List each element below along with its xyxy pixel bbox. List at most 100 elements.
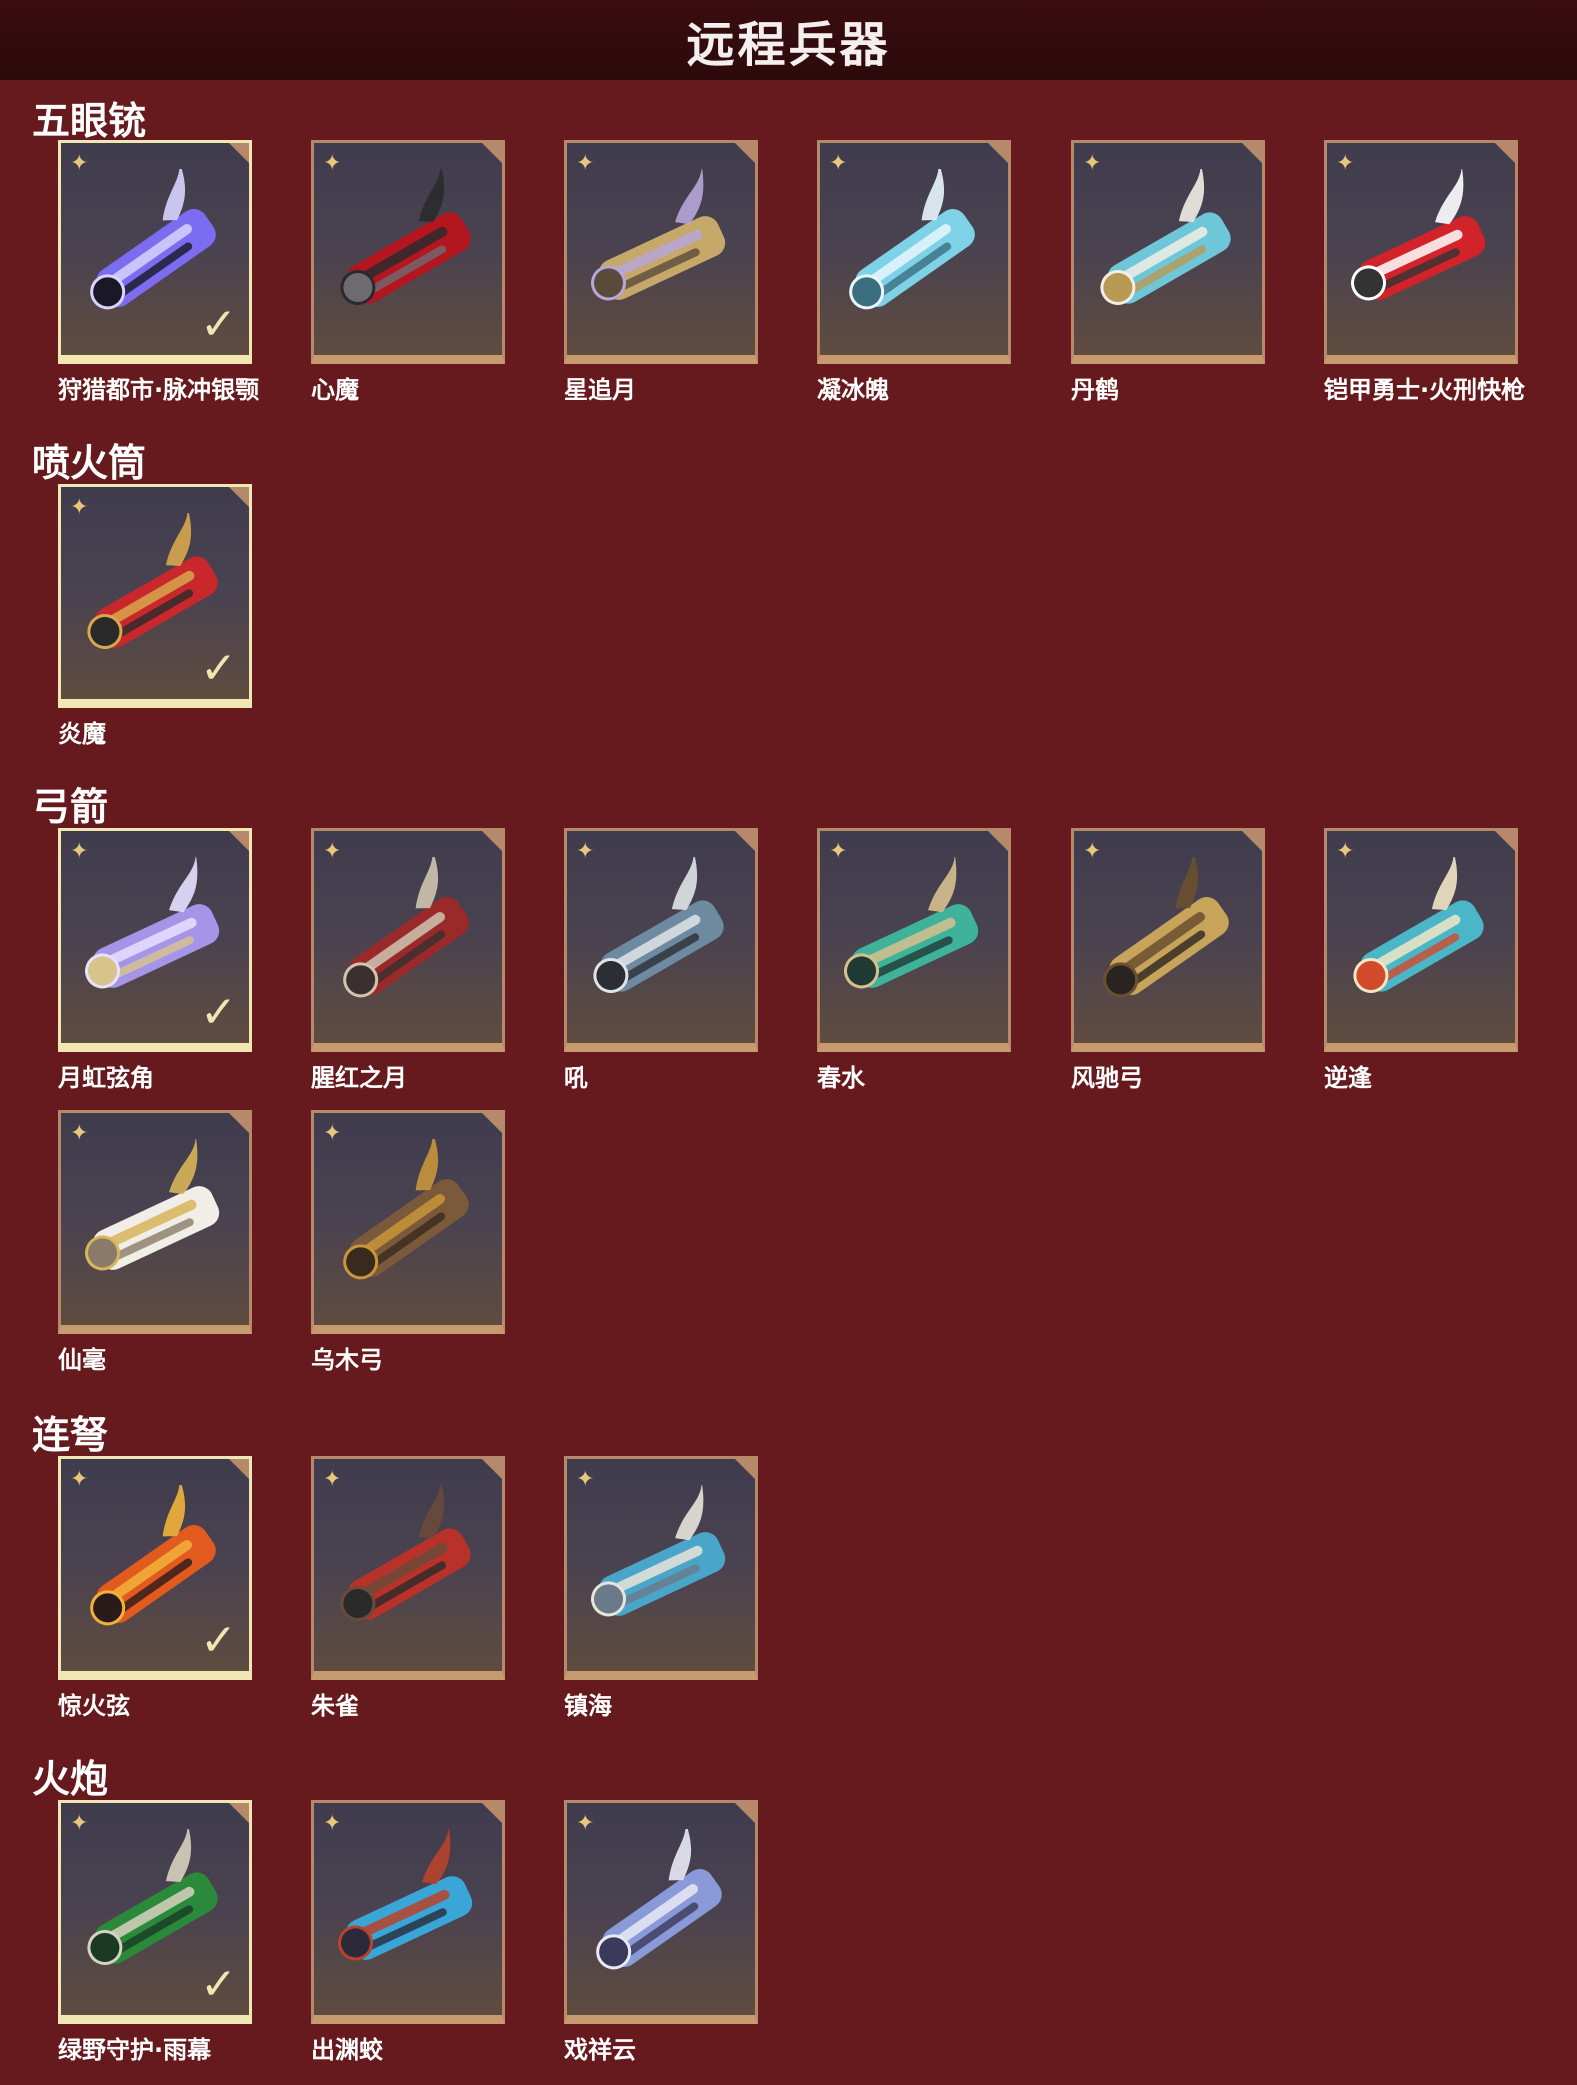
weapon-frame[interactable]: ✦ bbox=[1324, 828, 1518, 1052]
weapon-card[interactable]: ✦ 春水 bbox=[817, 828, 1011, 1093]
corner-tab-icon bbox=[482, 1803, 502, 1823]
weapon-frame[interactable]: ✦ ✓ bbox=[58, 484, 252, 708]
weapon-frame[interactable]: ✦ bbox=[311, 1110, 505, 1334]
weapon-name: 仙毫 bbox=[58, 1346, 106, 1374]
weapon-card[interactable]: ✦ 铠甲勇士·火刑快枪 bbox=[1324, 140, 1526, 405]
weapon-card[interactable]: ✦ ✓ 惊火弦 bbox=[58, 1456, 252, 1721]
owned-check-icon: ✓ bbox=[200, 987, 237, 1038]
weapon-card[interactable]: ✦ 逆逢 bbox=[1324, 828, 1518, 1093]
weapon-card[interactable]: ✦ 腥红之月 bbox=[311, 828, 505, 1093]
weapon-name: 丹鹤 bbox=[1071, 376, 1119, 404]
corner-tab-icon bbox=[735, 831, 755, 851]
weapon-frame[interactable]: ✦ bbox=[311, 1456, 505, 1680]
corner-tab-icon bbox=[735, 1459, 755, 1479]
weapon-card[interactable]: ✦ ✓ 绿野守护·雨幕 bbox=[58, 1800, 252, 2065]
corner-tab-icon bbox=[988, 831, 1008, 851]
corner-tab-icon bbox=[229, 143, 249, 163]
weapon-name: 镇海 bbox=[564, 1692, 612, 1720]
category-title: 连弩 bbox=[32, 1413, 109, 1457]
category-title: 火炮 bbox=[32, 1757, 109, 1801]
weapon-card[interactable]: ✦ 乌木弓 bbox=[311, 1110, 505, 1375]
corner-tab-icon bbox=[482, 143, 502, 163]
owned-check-icon: ✓ bbox=[200, 643, 237, 694]
weapon-card[interactable]: ✦ 风驰弓 bbox=[1071, 828, 1265, 1093]
weapon-name: 戏祥云 bbox=[564, 2036, 636, 2064]
weapon-image bbox=[1351, 169, 1486, 301]
weapon-image bbox=[849, 169, 975, 310]
corner-tab-icon bbox=[229, 831, 249, 851]
corner-tab-icon bbox=[482, 831, 502, 851]
corner-tab-icon bbox=[229, 1803, 249, 1823]
corner-tab-icon bbox=[482, 1113, 502, 1133]
weapon-name: 朱雀 bbox=[311, 1692, 359, 1720]
weapon-frame[interactable]: ✦ bbox=[817, 828, 1011, 1052]
owned-check-icon: ✓ bbox=[200, 1615, 237, 1666]
weapon-frame[interactable]: ✦ bbox=[1071, 828, 1265, 1052]
weapon-card[interactable]: ✦ ✓ 月虹弦角 bbox=[58, 828, 252, 1093]
weapon-name: 乌木弓 bbox=[311, 1346, 383, 1374]
owned-check-icon: ✓ bbox=[200, 299, 237, 350]
weapon-frame[interactable]: ✦ bbox=[311, 1800, 505, 2024]
corner-tab-icon bbox=[229, 1113, 249, 1133]
weapon-frame[interactable]: ✦ bbox=[564, 828, 758, 1052]
weapon-image bbox=[1353, 857, 1484, 993]
weapon-frame[interactable]: ✦ bbox=[311, 828, 505, 1052]
weapon-frame[interactable]: ✦ ✓ bbox=[58, 1456, 252, 1680]
weapon-card[interactable]: ✦ 心魔 bbox=[311, 140, 505, 405]
weapon-name: 惊火弦 bbox=[58, 1692, 130, 1720]
weapon-card[interactable]: ✦ 出渊蛟 bbox=[311, 1800, 505, 2065]
weapon-frame[interactable]: ✦ bbox=[311, 140, 505, 364]
weapon-card[interactable]: ✦ 戏祥云 bbox=[564, 1800, 758, 2065]
weapon-image bbox=[343, 857, 469, 998]
weapon-frame[interactable]: ✦ bbox=[1071, 140, 1265, 364]
weapon-frame[interactable]: ✦ bbox=[1324, 140, 1518, 364]
weapon-card[interactable]: ✦ 朱雀 bbox=[311, 1456, 505, 1721]
weapon-frame[interactable]: ✦ bbox=[58, 1110, 252, 1334]
weapon-frame[interactable]: ✦ bbox=[564, 1800, 758, 2024]
weapon-image bbox=[340, 169, 471, 305]
weapon-card[interactable]: ✦ 仙毫 bbox=[58, 1110, 252, 1375]
corner-tab-icon bbox=[735, 143, 755, 163]
corner-tab-icon bbox=[735, 1803, 755, 1823]
weapon-name: 逆逢 bbox=[1324, 1064, 1372, 1092]
weapon-card[interactable]: ✦ 丹鹤 bbox=[1071, 140, 1265, 405]
weapon-card[interactable]: ✦ 凝冰魄 bbox=[817, 140, 1011, 405]
weapon-image bbox=[1103, 857, 1229, 998]
weapon-frame[interactable]: ✦ bbox=[564, 1456, 758, 1680]
weapon-image bbox=[343, 1139, 469, 1280]
category-title: 弓箭 bbox=[32, 785, 109, 829]
weapon-image bbox=[593, 857, 724, 993]
weapon-name: 绿野守护·雨幕 bbox=[58, 2036, 212, 2064]
corner-tab-icon bbox=[988, 143, 1008, 163]
weapon-image bbox=[844, 857, 979, 989]
weapon-name: 风驰弓 bbox=[1071, 1064, 1143, 1092]
weapon-name: 星追月 bbox=[564, 376, 636, 404]
weapon-frame[interactable]: ✦ bbox=[817, 140, 1011, 364]
weapon-card[interactable]: ✦ 星追月 bbox=[564, 140, 758, 405]
corner-tab-icon bbox=[1495, 831, 1515, 851]
weapon-card[interactable]: ✦ 吼 bbox=[564, 828, 758, 1093]
weapon-name: 心魔 bbox=[311, 376, 359, 404]
weapon-image bbox=[591, 169, 726, 301]
weapon-frame[interactable]: ✦ ✓ bbox=[58, 828, 252, 1052]
weapon-frame[interactable]: ✦ ✓ bbox=[58, 140, 252, 364]
weapon-name: 凝冰魄 bbox=[817, 376, 889, 404]
weapon-name: 铠甲勇士·火刑快枪 bbox=[1324, 376, 1526, 404]
weapon-name: 腥红之月 bbox=[311, 1064, 407, 1092]
weapon-image bbox=[85, 1139, 220, 1271]
weapon-image bbox=[340, 1485, 471, 1621]
weapon-image bbox=[596, 1829, 722, 1970]
category-title: 五眼铳 bbox=[32, 99, 147, 143]
weapon-grid: 五眼铳 ✦ ✓ 狩猎都市·脉冲银颚 ✦ 心魔 ✦ 星追月 ✦ 凝冰魄 ✦ 丹鹤 ✦ 铠甲勇士·火刑快枪喷火… bbox=[0, 0, 1577, 2085]
weapon-card[interactable]: ✦ ✓ 炎魔 bbox=[58, 484, 252, 749]
category-title: 喷火筒 bbox=[32, 441, 147, 485]
owned-check-icon: ✓ bbox=[200, 1959, 237, 2010]
corner-tab-icon bbox=[1495, 143, 1515, 163]
weapon-image bbox=[338, 1829, 473, 1961]
weapon-frame[interactable]: ✦ ✓ bbox=[58, 1800, 252, 2024]
corner-tab-icon bbox=[482, 1459, 502, 1479]
weapon-name: 春水 bbox=[817, 1064, 865, 1092]
weapon-frame[interactable]: ✦ bbox=[564, 140, 758, 364]
weapon-card[interactable]: ✦ 镇海 bbox=[564, 1456, 758, 1721]
weapon-card[interactable]: ✦ ✓ 狩猎都市·脉冲银颚 bbox=[58, 140, 259, 405]
